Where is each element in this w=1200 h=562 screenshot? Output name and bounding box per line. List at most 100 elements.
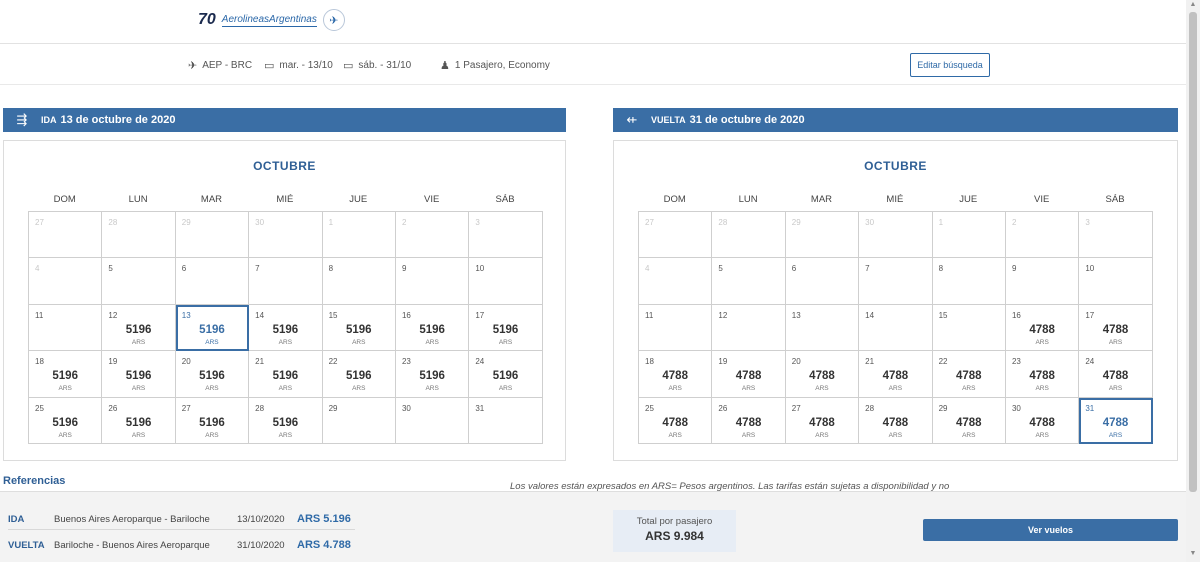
day-fare: 4788 [1029, 323, 1055, 336]
day-number: 29 [328, 403, 338, 413]
calendar-day[interactable]: 12 5196 ARS [102, 304, 176, 352]
day-number: 1 [328, 218, 334, 227]
fare-currency: ARS [741, 431, 756, 439]
calendar-day[interactable]: 15 5196 ARS [322, 304, 396, 352]
calendar-day[interactable]: 22 5196 ARS [322, 351, 396, 398]
calendar-day[interactable]: 16 4788 ARS [1005, 304, 1080, 352]
inbound-calendar: OCTUBRE DOM LUN MAR MIÉ JUE VIE SÁB 27 28 29 30 1 2… [613, 140, 1178, 461]
calendar-day[interactable]: 24 5196 ARS [469, 351, 543, 398]
search-route: ✈ AEP - BRC [188, 59, 252, 72]
calendar-day[interactable]: 25 5196 ARS [29, 397, 103, 444]
calendar-day: 6 [175, 258, 250, 305]
return-date-label: sáb. - 31/10 [358, 60, 412, 71]
calendar-day[interactable]: 26 4788 ARS [712, 397, 786, 444]
calendar-day[interactable]: 28 4788 ARS [859, 397, 933, 444]
calendar-day[interactable]: 21 5196 ARS [249, 351, 323, 398]
scroll-down-icon[interactable]: ▼ [1186, 550, 1200, 557]
day-number: 27 [35, 218, 44, 227]
calendar-day: 9 [395, 258, 470, 305]
calendar-day[interactable]: 21 4788 ARS [859, 351, 933, 398]
fare-currency: ARS [815, 431, 829, 439]
day-fare: 4788 [1029, 370, 1055, 383]
leg-price: ARS 4.788 [297, 539, 351, 551]
leg-price: ARS 5.196 [297, 513, 351, 525]
day-number: 25 [645, 403, 654, 413]
fare-currency: ARS [1035, 338, 1049, 346]
calendar-day-selected[interactable]: 13 5196 ARS [175, 304, 250, 352]
calendar-day[interactable]: 17 5196 ARS [469, 304, 543, 352]
fare-currency: ARS [1108, 338, 1123, 346]
weekday-label: LUN [128, 194, 148, 205]
day-fare: 4788 [882, 416, 909, 429]
fare-currency: ARS [352, 338, 366, 346]
fare-currency: ARS [888, 431, 903, 439]
calendar-day-selected[interactable]: 31 4788 ARS [1079, 397, 1153, 444]
day-number: 30 [255, 218, 265, 227]
calendar-day: 1 [932, 212, 1006, 259]
day-fare: 4788 [1029, 416, 1055, 429]
view-flights-button[interactable]: Ver vuelos [923, 519, 1178, 541]
calendar-day[interactable]: 18 4788 ARS [639, 351, 713, 398]
day-fare: 5196 [272, 323, 299, 336]
calendar-day[interactable]: 27 4788 ARS [785, 397, 860, 444]
weekday-label: JUE [349, 194, 368, 205]
total-value: ARS 9.984 [645, 529, 704, 543]
fare-currency: ARS [888, 385, 903, 393]
calendar-day[interactable]: 19 5196 ARS [102, 351, 176, 398]
calendar-day[interactable]: 30 4788 ARS [1005, 397, 1080, 444]
airline-logo[interactable]: 70 AerolineasArgentinas ✈ [198, 9, 345, 31]
day-number: 21 [255, 357, 265, 367]
calendar-day[interactable]: 22 4788 ARS [932, 351, 1006, 398]
fare-currency: ARS [425, 338, 439, 346]
day-number: 16 [401, 310, 411, 320]
calendar-icon: ▭ [264, 60, 275, 72]
day-number: 29 [181, 218, 191, 227]
calendar-day: 9 [1005, 258, 1080, 305]
calendar-day[interactable]: 23 5196 ARS [395, 351, 470, 398]
calendar-day[interactable]: 20 5196 ARS [175, 351, 250, 398]
outbound-month-title: OCTUBRE [253, 159, 316, 173]
calendar-day[interactable]: 17 4788 ARS [1079, 304, 1153, 352]
calendar-day[interactable]: 26 5196 ARS [102, 397, 176, 444]
day-number: 27 [645, 218, 654, 227]
day-number: 29 [938, 403, 948, 413]
search-return-date: ▭ sáb. - 31/10 [343, 59, 411, 72]
day-fare: 5196 [52, 370, 78, 383]
calendar-day: 10 [1079, 258, 1153, 305]
day-number: 12 [108, 310, 118, 320]
calendar-day: 30 [859, 212, 933, 259]
calendar-day[interactable]: 24 4788 ARS [1079, 351, 1153, 398]
day-number: 3 [475, 218, 480, 227]
fare-currency: ARS [278, 338, 293, 346]
day-fare: 4788 [809, 416, 835, 429]
calendar-day[interactable]: 27 5196 ARS [175, 397, 250, 444]
day-number: 24 [1085, 357, 1095, 367]
page-scrollbar[interactable]: ▲ ▼ [1186, 0, 1200, 562]
weekday-label: LUN [738, 194, 758, 205]
calendar-day[interactable]: 23 4788 ARS [1005, 351, 1080, 398]
edit-search-button[interactable]: Editar búsqueda [910, 53, 990, 77]
day-number: 22 [328, 357, 338, 367]
calendar-day[interactable]: 18 5196 ARS [29, 351, 103, 398]
scrollbar-thumb[interactable] [1189, 12, 1197, 492]
fare-currency: ARS [1035, 385, 1049, 393]
scroll-up-icon[interactable]: ▲ [1186, 1, 1200, 8]
day-number: 2 [1011, 218, 1017, 227]
calendar-day[interactable]: 20 4788 ARS [785, 351, 860, 398]
calendar-day: 13 [785, 304, 860, 352]
day-number: 5 [718, 264, 723, 274]
route-label: AEP - BRC [202, 60, 253, 71]
day-number: 1 [938, 218, 944, 227]
calendar-day[interactable]: 28 5196 ARS [249, 397, 323, 444]
calendar-day[interactable]: 25 4788 ARS [639, 397, 713, 444]
day-number: 6 [791, 264, 797, 274]
search-summary-bar: ✈ AEP - BRC ▭ mar. - 13/10 ▭ sáb. - 31/1… [0, 45, 1186, 85]
calendar-day[interactable]: 14 5196 ARS [249, 304, 323, 352]
depart-date-label: mar. - 13/10 [279, 60, 333, 71]
calendar-day[interactable]: 16 5196 ARS [395, 304, 470, 352]
day-fare: 5196 [125, 323, 152, 336]
calendar-day[interactable]: 19 4788 ARS [712, 351, 786, 398]
calendar-day: 8 [932, 258, 1006, 305]
calendar-day[interactable]: 29 4788 ARS [932, 397, 1006, 444]
day-number: 8 [328, 264, 334, 274]
